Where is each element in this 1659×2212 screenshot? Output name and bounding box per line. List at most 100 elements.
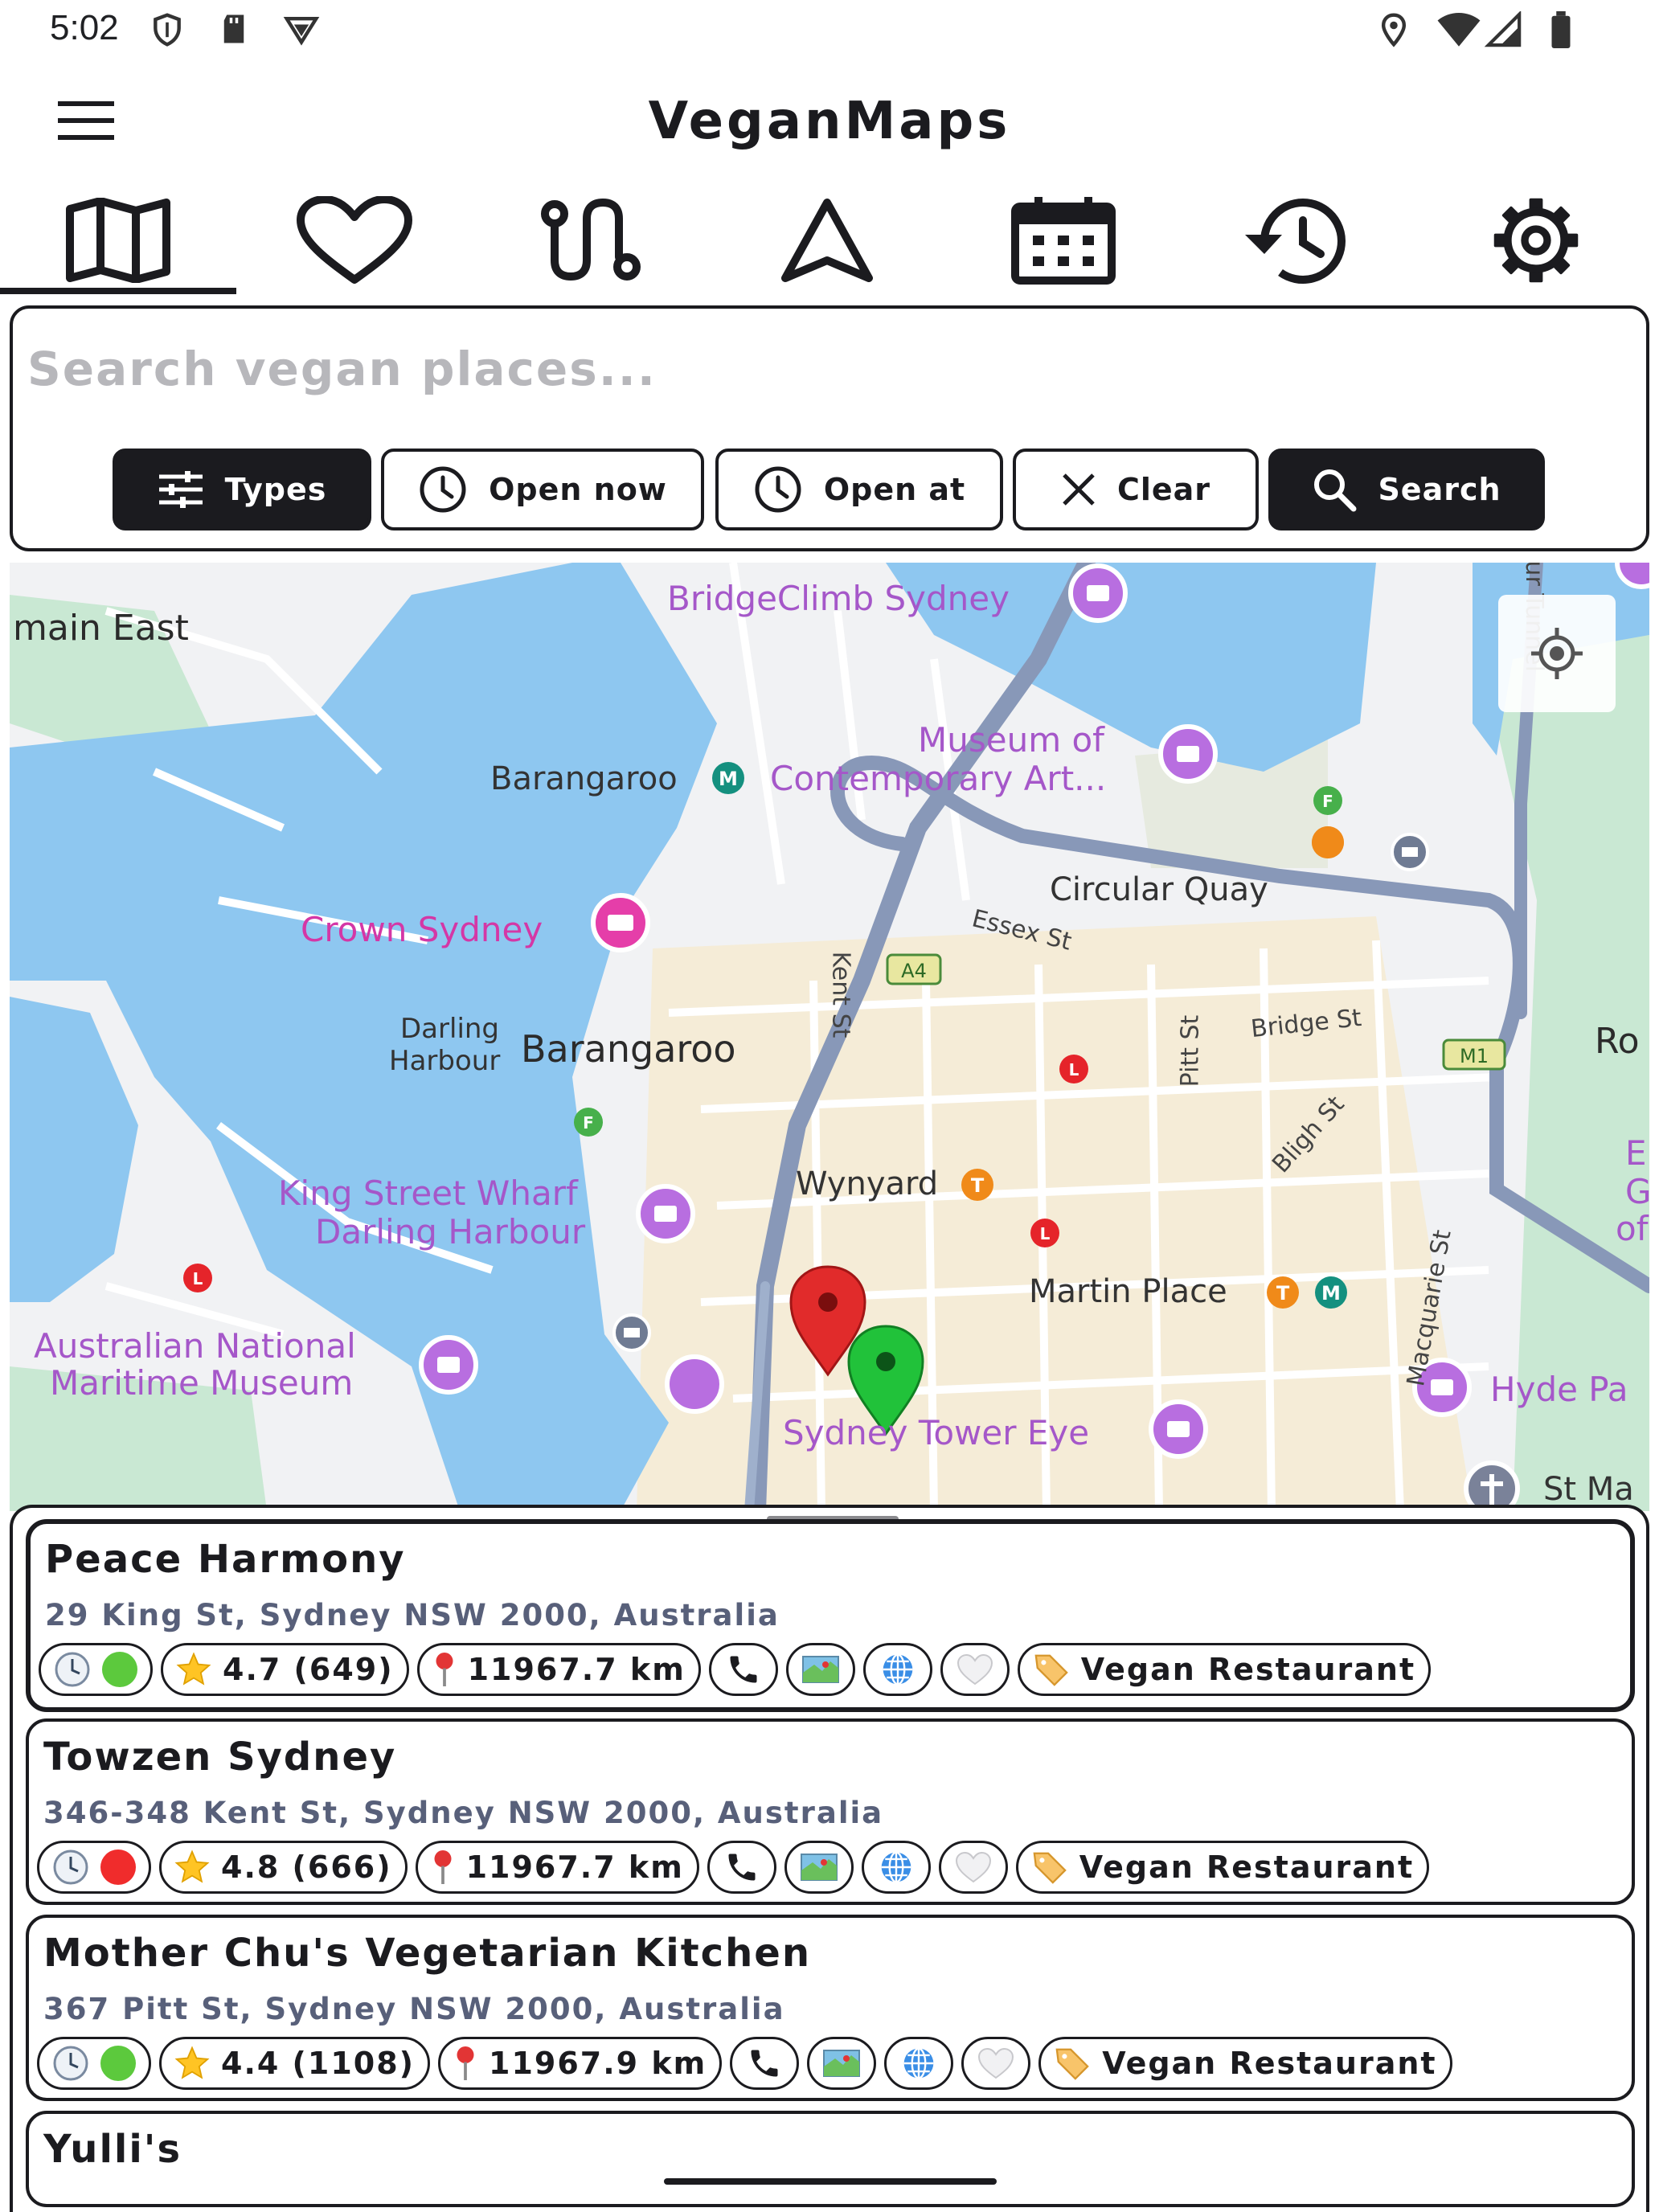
category-pill[interactable]: Vegan Restaurant (1017, 1643, 1432, 1696)
map-icon (66, 198, 170, 283)
result-card[interactable]: Mother Chu's Vegetarian Kitchen 367 Pitt… (26, 1915, 1635, 2101)
svg-text:T: T (1276, 1282, 1290, 1305)
map-label: Martin Place (1029, 1273, 1227, 1310)
call-button[interactable] (707, 1841, 776, 1894)
svg-text:L: L (1040, 1224, 1051, 1243)
category-text: Vegan Restaurant (1080, 1652, 1416, 1687)
result-card[interactable]: Yulli's (26, 2111, 1635, 2207)
place-name: Yulli's (43, 2127, 182, 2172)
call-button[interactable] (730, 2037, 800, 2090)
open-now-button[interactable]: Open now (381, 449, 704, 530)
rating-text: 4.8 (666) (221, 1849, 392, 1885)
results-sheet[interactable]: Peace Harmony 29 King St, Sydney NSW 200… (10, 1505, 1649, 2212)
favorite-button[interactable] (961, 2037, 1031, 2090)
open-status-pill[interactable] (39, 1643, 153, 1696)
open-now-label: Open now (489, 472, 667, 507)
calendar-icon (1011, 197, 1116, 285)
map-icon (801, 1656, 839, 1683)
rating-pill[interactable]: 4.7 (649) (161, 1643, 409, 1696)
tab-favorites[interactable] (236, 182, 473, 299)
favorite-button[interactable] (938, 1841, 1008, 1894)
map-button[interactable] (807, 2037, 877, 2090)
globe-icon (881, 1851, 911, 1883)
train-icon: T (1267, 1276, 1299, 1309)
train-icon: T (961, 1169, 993, 1201)
status-bar: 5:02 (0, 0, 1659, 59)
shield-icon (154, 13, 181, 47)
clock-icon (53, 2046, 88, 2081)
category-text: Vegan Restaurant (1079, 1849, 1415, 1885)
tab-map[interactable] (0, 182, 236, 299)
my-location-button[interactable] (1498, 595, 1616, 712)
tab-route[interactable] (473, 182, 709, 299)
open-at-label: Open at (823, 472, 966, 507)
result-card[interactable]: Towzen Sydney 346-348 Kent St, Sydney NS… (26, 1718, 1635, 1905)
clear-button[interactable]: Clear (1013, 449, 1259, 530)
open-status-dot (100, 2046, 136, 2081)
distance-pill[interactable]: 11967.9 km (438, 2037, 723, 2090)
search-icon (1314, 469, 1357, 512)
rating-text: 4.4 (1108) (221, 2046, 416, 2081)
types-button[interactable]: Types (113, 449, 371, 530)
rating-pill[interactable]: 4.8 (666) (159, 1841, 408, 1894)
map-label: Crown Sydney (301, 910, 543, 949)
tab-settings[interactable] (1418, 182, 1654, 299)
pin-icon (457, 2046, 474, 2080)
tab-calendar[interactable] (945, 182, 1182, 299)
boat-icon (1391, 833, 1429, 871)
map-label: Barangaroo (521, 1027, 736, 1071)
place-name: Mother Chu's Vegetarian Kitchen (43, 1931, 812, 1976)
category-pill[interactable]: Vegan Restaurant (1038, 2037, 1452, 2090)
clear-label: Clear (1116, 472, 1211, 507)
water (10, 997, 138, 1302)
website-button[interactable] (884, 2037, 954, 2090)
favorite-button[interactable] (940, 1643, 1010, 1696)
category-pill[interactable]: Vegan Restaurant (1015, 1841, 1430, 1894)
open-status-pill[interactable] (37, 1841, 151, 1894)
map-label: BridgeClimb Sydney (667, 579, 1010, 618)
svg-text:M: M (719, 768, 738, 790)
star-icon (174, 2046, 210, 2079)
map-label: Harbour (389, 1045, 501, 1077)
open-at-button[interactable]: Open at (715, 449, 1003, 530)
svg-text:L: L (193, 1269, 203, 1288)
place-actions: 4.7 (649) 11967.7 km Vegan Restaurant (39, 1643, 1432, 1696)
light-rail-icon: L (1030, 1219, 1059, 1247)
map-view[interactable]: A4 M1 M T T T M F F L L L main East Bri (10, 563, 1649, 1511)
website-button[interactable] (862, 1643, 932, 1696)
search-button[interactable]: Search (1268, 449, 1545, 530)
website-button[interactable] (861, 1841, 931, 1894)
map-label: Hyde Pa (1490, 1370, 1628, 1409)
types-label: Types (224, 472, 327, 507)
clock-icon (53, 1849, 88, 1885)
svg-text:L: L (1069, 1060, 1079, 1079)
map-label: Barangaroo (490, 760, 678, 797)
rating-pill[interactable]: 4.4 (1108) (159, 2037, 431, 2090)
tab-history[interactable] (1182, 182, 1418, 299)
map-label: Pitt St (1176, 1014, 1205, 1088)
map-button[interactable] (784, 1841, 854, 1894)
map-label: Darling Harbour (315, 1212, 586, 1251)
svg-text:A4: A4 (901, 960, 927, 982)
open-status-pill[interactable] (37, 2037, 151, 2090)
distance-pill[interactable]: 11967.7 km (415, 1841, 699, 1894)
star-icon (174, 1849, 210, 1883)
place-name: Peace Harmony (45, 1537, 406, 1582)
map-label: Kent St (826, 951, 855, 1038)
search-panel: Types Open now Open at Clear Search (10, 305, 1649, 551)
open-status-dot (102, 1652, 137, 1687)
call-button[interactable] (708, 1643, 778, 1696)
category-text: Vegan Restaurant (1102, 2046, 1437, 2081)
map-label: Maritime Museum (50, 1363, 354, 1403)
light-rail-icon: L (183, 1264, 212, 1292)
clock-icon (55, 1652, 90, 1687)
map-label: King Street Wharf (278, 1174, 578, 1213)
phone-icon (751, 2050, 778, 2077)
search-input[interactable] (27, 333, 1627, 405)
tab-bar (0, 182, 1659, 299)
map-button[interactable] (785, 1643, 855, 1696)
distance-pill[interactable]: 11967.7 km (416, 1643, 701, 1696)
tab-navigate[interactable] (709, 182, 945, 299)
route-icon (541, 198, 641, 281)
result-card[interactable]: Peace Harmony 29 King St, Sydney NSW 200… (26, 1519, 1635, 1712)
